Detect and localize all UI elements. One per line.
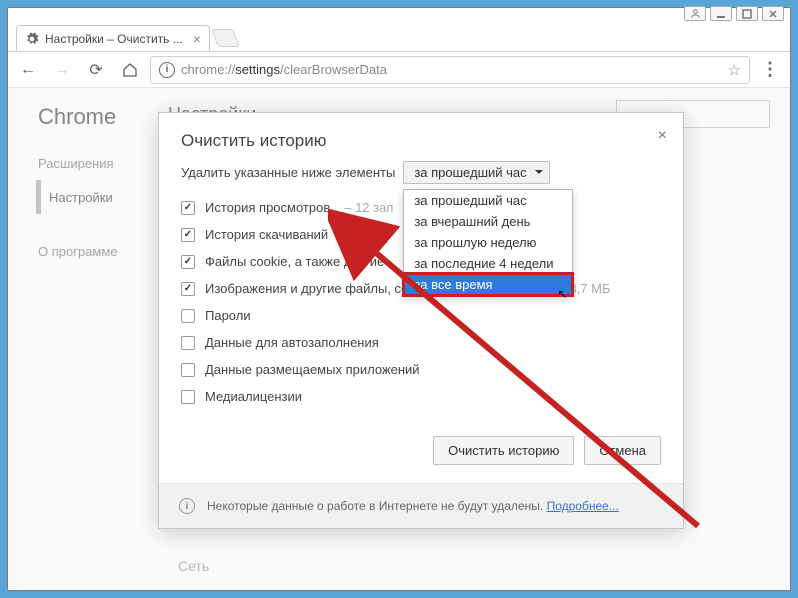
checkbox[interactable] bbox=[181, 309, 195, 323]
checkbox[interactable] bbox=[181, 228, 195, 242]
close-button[interactable] bbox=[762, 6, 784, 21]
dd-option-all[interactable]: за все время↖ bbox=[404, 274, 572, 295]
info-icon: i bbox=[179, 498, 195, 514]
time-range-dropdown[interactable]: за прошедший час за прошедший час за вче… bbox=[403, 165, 549, 180]
checkbox[interactable] bbox=[181, 390, 195, 404]
dd-option-day[interactable]: за вчерашний день bbox=[404, 211, 572, 232]
tab-settings[interactable]: Настройки – Очистить ... × bbox=[16, 25, 210, 51]
browser-window: Настройки – Очистить ... × ← → ⟳ i chrom… bbox=[7, 7, 791, 591]
delete-row: Удалить указанные ниже элементы за проше… bbox=[159, 161, 683, 192]
info-icon: i bbox=[159, 62, 175, 78]
chevron-down-icon bbox=[535, 170, 543, 174]
check-hosted-apps: Данные размещаемых приложений bbox=[181, 356, 661, 383]
dd-option-hour[interactable]: за прошедший час bbox=[404, 190, 572, 211]
checkbox[interactable] bbox=[181, 255, 195, 269]
checkbox[interactable] bbox=[181, 201, 195, 215]
check-autofill: Данные для автозаполнения bbox=[181, 329, 661, 356]
bookmark-icon[interactable]: ☆ bbox=[728, 61, 741, 79]
url-text: chrome://settings/clearBrowserData bbox=[181, 62, 722, 77]
delete-label: Удалить указанные ниже элементы bbox=[181, 165, 395, 180]
titlebar bbox=[8, 8, 790, 21]
minimize-button[interactable] bbox=[710, 6, 732, 21]
clear-data-dialog: × Очистить историю Удалить указанные ниж… bbox=[158, 112, 684, 529]
reload-button[interactable]: ⟳ bbox=[82, 56, 110, 84]
gear-icon bbox=[25, 32, 39, 46]
dialog-title: Очистить историю bbox=[159, 113, 683, 161]
dd-option-4weeks[interactable]: за последние 4 недели bbox=[404, 253, 572, 274]
tabstrip: Настройки – Очистить ... × bbox=[8, 21, 790, 52]
dialog-close-button[interactable]: × bbox=[658, 127, 667, 145]
dd-option-week[interactable]: за прошлую неделю bbox=[404, 232, 572, 253]
omnibox[interactable]: i chrome://settings/clearBrowserData ☆ bbox=[150, 56, 750, 84]
menu-button[interactable]: ⋮ bbox=[756, 56, 784, 84]
settings-page: Chrome Расширения Настройки О программе … bbox=[8, 88, 790, 590]
check-passwords: Пароли bbox=[181, 302, 661, 329]
footer-text: Некоторые данные о работе в Интернете не… bbox=[207, 499, 543, 513]
checkbox[interactable] bbox=[181, 336, 195, 350]
new-tab-button[interactable] bbox=[211, 29, 240, 47]
checkbox[interactable] bbox=[181, 363, 195, 377]
dropdown-menu: за прошедший час за вчерашний день за пр… bbox=[403, 189, 573, 296]
checkbox[interactable] bbox=[181, 282, 195, 296]
toolbar: ← → ⟳ i chrome://settings/clearBrowserDa… bbox=[8, 52, 790, 88]
maximize-button[interactable] bbox=[736, 6, 758, 21]
user-button[interactable] bbox=[684, 6, 706, 21]
close-icon[interactable]: × bbox=[193, 31, 201, 47]
back-button[interactable]: ← bbox=[14, 56, 42, 84]
check-media: Медиалицензии bbox=[181, 383, 661, 410]
forward-button[interactable]: → bbox=[48, 56, 76, 84]
cursor-icon: ↖ bbox=[557, 287, 567, 301]
dialog-actions: Очистить историю Отмена bbox=[159, 422, 683, 483]
dialog-footer: i Некоторые данные о работе в Интернете … bbox=[159, 483, 683, 528]
home-button[interactable] bbox=[116, 56, 144, 84]
clear-button[interactable]: Очистить историю bbox=[433, 436, 574, 465]
cancel-button[interactable]: Отмена bbox=[584, 436, 661, 465]
window-buttons bbox=[684, 6, 784, 21]
learn-more-link[interactable]: Подробнее... bbox=[547, 499, 619, 513]
tab-title: Настройки – Очистить ... bbox=[45, 32, 183, 46]
dropdown-button[interactable]: за прошедший час bbox=[403, 161, 549, 184]
